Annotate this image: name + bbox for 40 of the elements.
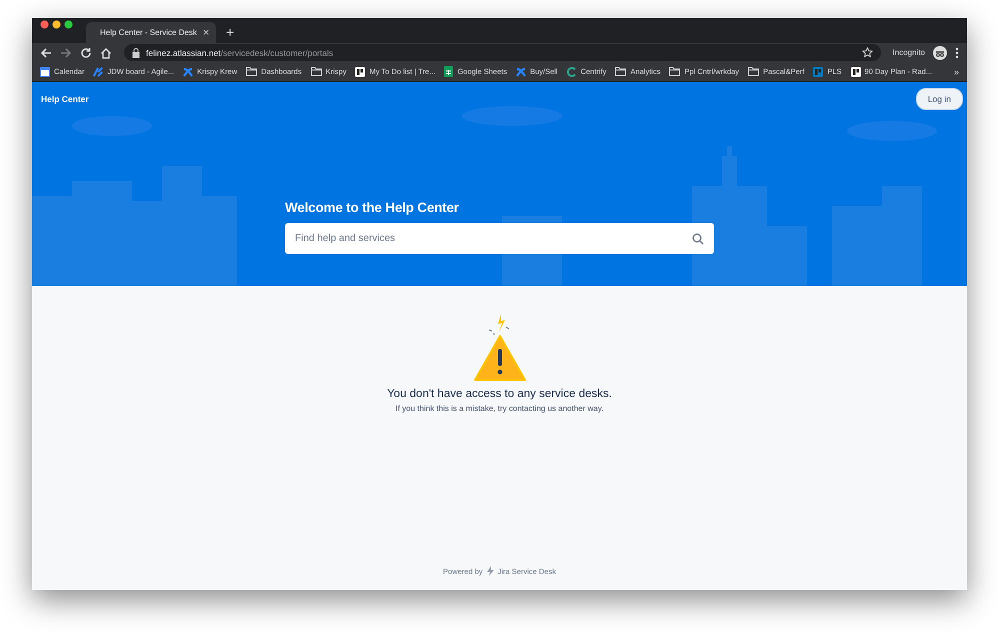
login-button[interactable]: Log in (916, 88, 963, 110)
close-tab-button[interactable]: × (202, 26, 210, 38)
app-logo-icon (93, 66, 104, 76)
back-icon[interactable] (40, 46, 52, 58)
profile-label: Incognito (892, 48, 925, 57)
welcome-heading: Welcome to the Help Center (285, 200, 460, 215)
cross-logo-icon (516, 66, 526, 76)
error-heading: You don't have access to any service desks. (387, 388, 612, 400)
folder-icon (310, 67, 322, 76)
browser-tab[interactable]: Help Center - Service Desk × (86, 22, 216, 43)
folder-icon (748, 67, 760, 76)
tab-title: Help Center - Service Desk (100, 28, 197, 37)
folder-icon (669, 67, 680, 76)
board-icon (813, 66, 824, 76)
bolt-icon (486, 566, 495, 576)
address-bar[interactable]: felinez.atlassian.net/servicedesk/customer/portals (124, 44, 881, 61)
spreadsheet-icon (444, 66, 454, 77)
help-center-title[interactable]: Help Center (41, 94, 89, 104)
calendar-icon (40, 66, 50, 76)
folder-icon (246, 67, 258, 76)
forward-icon[interactable] (60, 46, 72, 58)
lock-icon (132, 48, 140, 58)
ring-logo-icon (566, 66, 577, 76)
cross-logo-icon (183, 66, 194, 76)
search-icon[interactable] (692, 233, 704, 245)
board-icon (355, 66, 366, 76)
reload-icon[interactable] (80, 46, 92, 58)
more-bookmarks-button[interactable]: » (954, 66, 959, 76)
board-icon (850, 66, 861, 76)
folder-icon (615, 67, 626, 76)
search-field[interactable]: Find help and services (285, 223, 714, 254)
error-message: If you think this is a mistake, try contacting us another way. (396, 404, 604, 413)
warning-drawing (472, 314, 526, 382)
window-controls-icon[interactable] (40, 20, 74, 29)
home-icon[interactable] (100, 46, 112, 58)
url-text: felinez.atlassian.net/servicedesk/customer/portals (146, 48, 334, 58)
menu-icon[interactable] (955, 46, 959, 58)
new-tab-button[interactable]: + (216, 24, 244, 43)
star-icon[interactable] (862, 47, 873, 58)
incognito-icon[interactable] (933, 46, 947, 60)
